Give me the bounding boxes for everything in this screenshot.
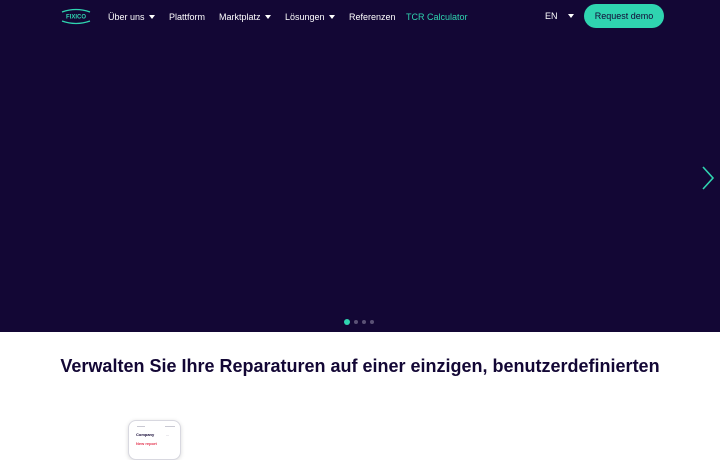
nav-label: Referenzen [349,12,396,22]
phone-status-bar [137,426,175,428]
phone-company-label: Company [136,432,155,437]
phone-meta: ⋯ [166,433,169,437]
svg-text:FIXICO: FIXICO [66,15,86,21]
nav-label: Über uns [108,12,145,22]
caret-down-icon [148,15,155,19]
nav-item-marktplatz[interactable]: Marktplatz [219,10,271,24]
chevron-right-icon[interactable] [700,165,716,191]
language-selector[interactable]: EN [545,10,574,22]
nav-item-plattform[interactable]: Plattform [169,10,205,24]
nav-label: Lösungen [285,12,325,22]
carousel-dots [344,318,376,326]
caret-down-icon [328,15,335,19]
top-navigation: FIXICO Über uns Plattform Marktplatz Lös… [0,0,720,32]
request-demo-button[interactable]: Request demo [584,4,664,28]
phone-new-report: New report [136,441,157,446]
carousel-dot[interactable] [362,320,366,324]
nav-item-ueber-uns[interactable]: Über uns [108,10,155,24]
carousel-dot[interactable] [344,319,350,325]
nav-label: Marktplatz [219,12,261,22]
section-headline: Verwalten Sie Ihre Reparaturen auf einer… [60,356,660,382]
nav-item-referenzen[interactable]: Referenzen [349,10,396,24]
nav-label: Plattform [169,12,206,22]
nav-item-tcr-calculator[interactable]: TCR Calculator [406,10,468,24]
nav-label: TCR Calculator [406,12,468,22]
caret-down-icon [567,14,574,18]
nav-item-loesungen[interactable]: Lösungen [285,10,335,24]
fixico-logo[interactable]: FIXICO [60,6,92,26]
language-label: EN [545,11,558,21]
hero-carousel: FIXICO Über uns Plattform Marktplatz Lös… [0,0,720,332]
carousel-dot[interactable] [370,320,374,324]
caret-down-icon [264,15,271,19]
carousel-dot[interactable] [354,320,358,324]
phone-mockup: Company ⋯ New report [128,420,181,460]
